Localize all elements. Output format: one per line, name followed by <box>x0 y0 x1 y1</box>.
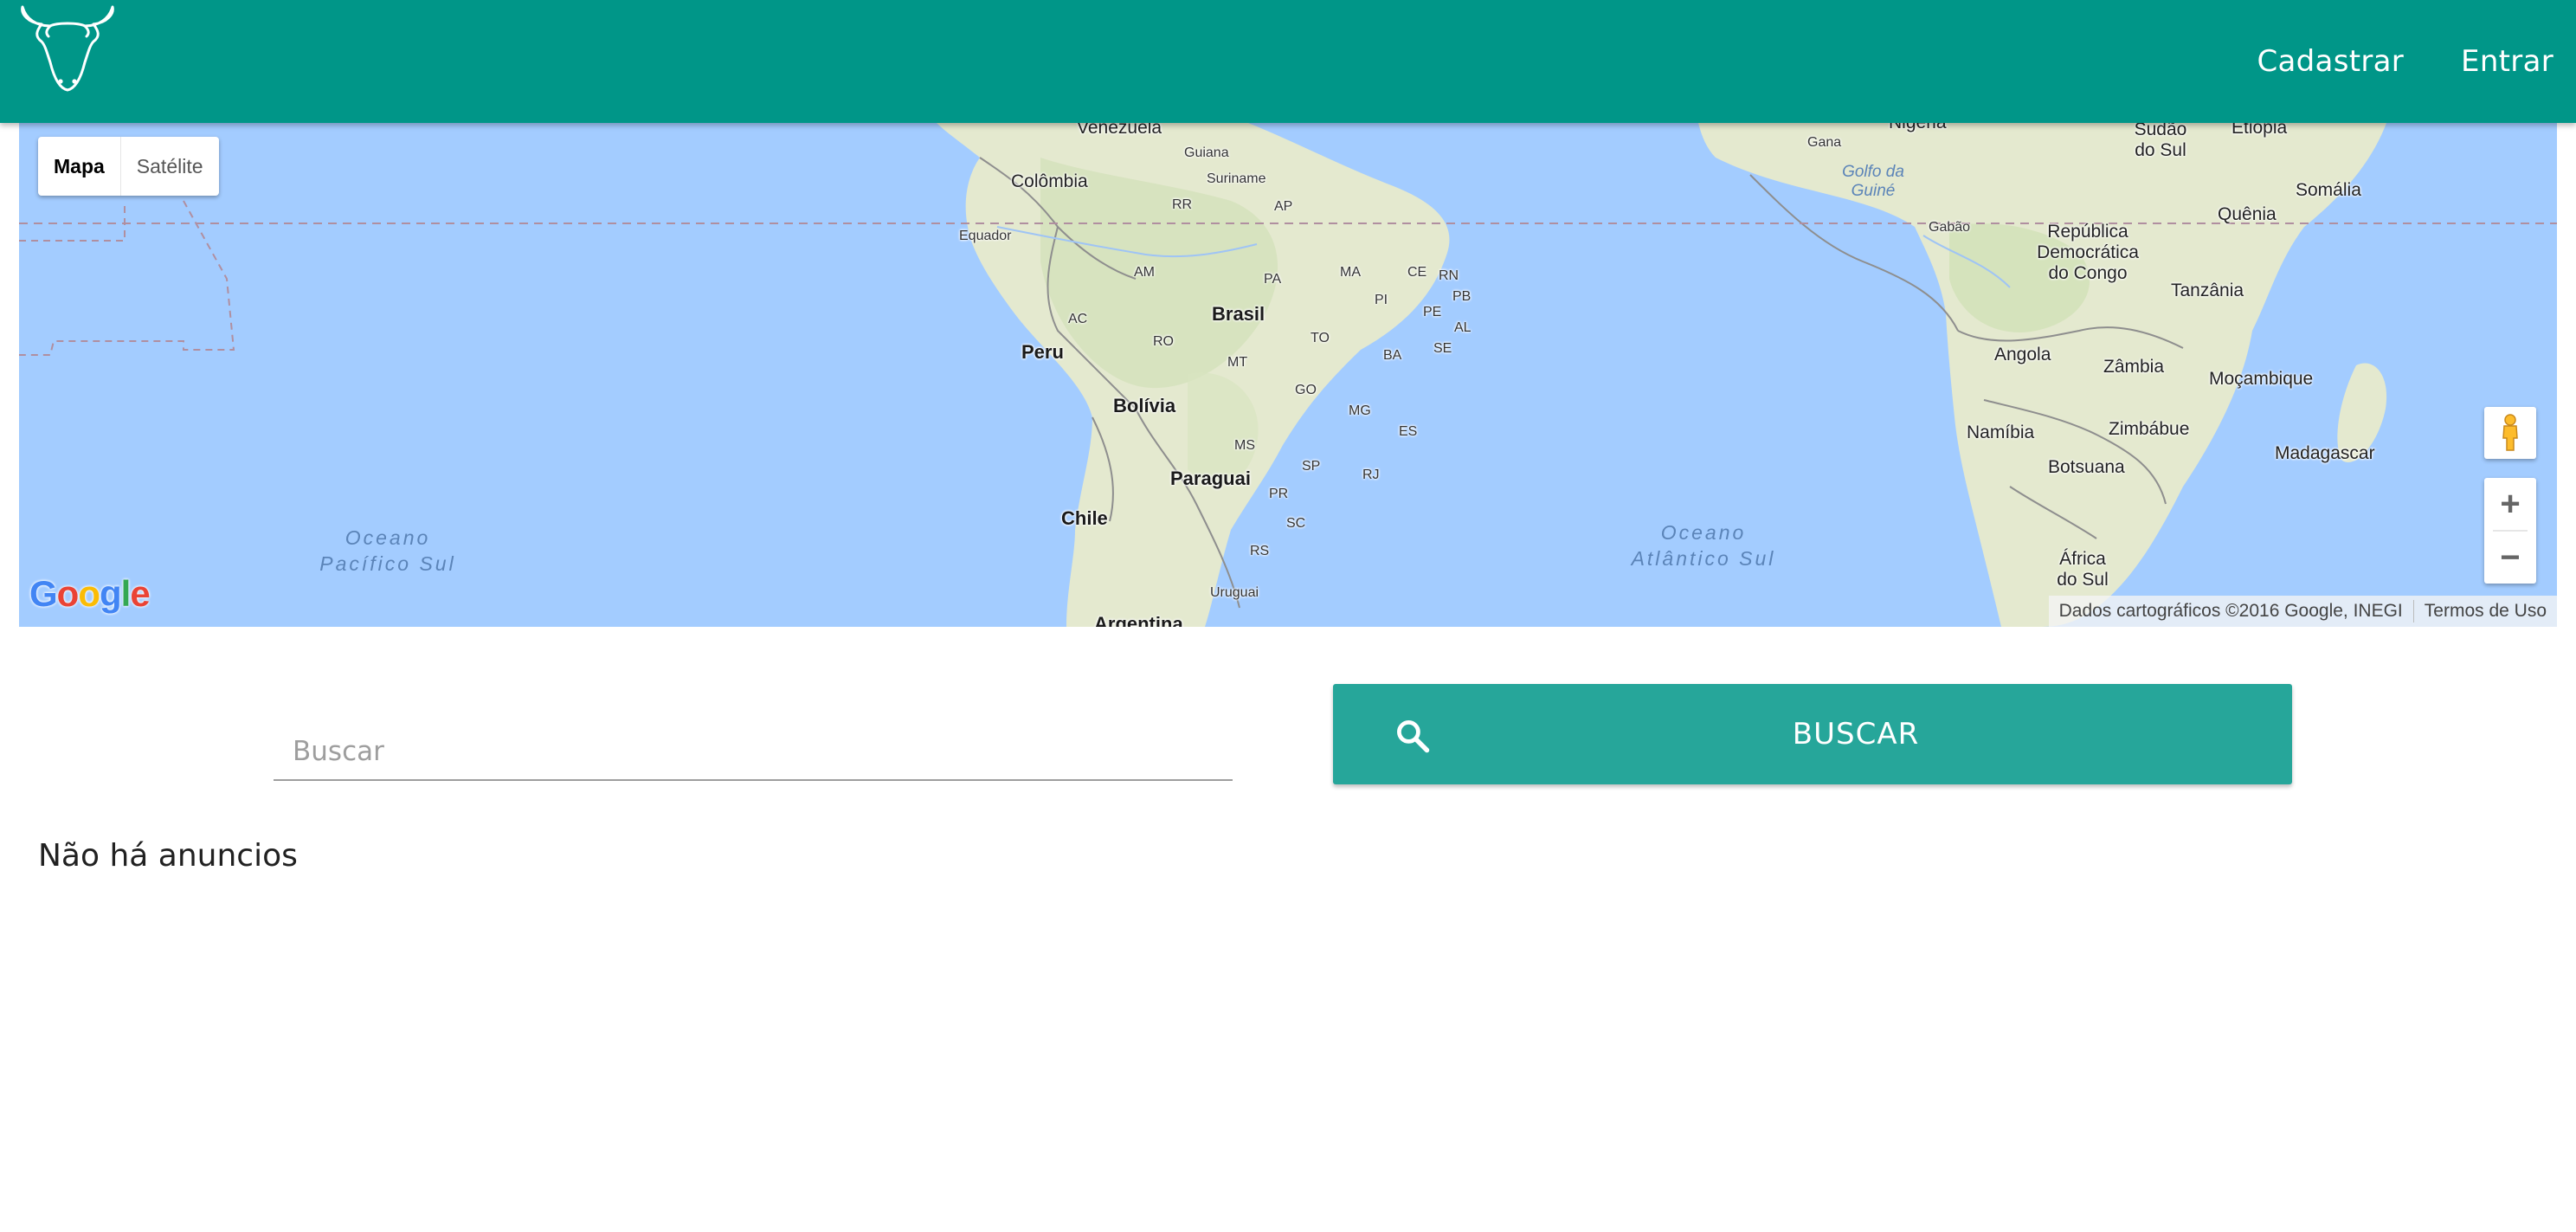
map-type-satellite-button[interactable]: Satélite <box>121 137 219 196</box>
login-link[interactable]: Entrar <box>2461 44 2553 79</box>
map-label-rr: RR <box>1172 197 1193 212</box>
map-label-se: SE <box>1433 341 1452 356</box>
map-label-zimbabwe: Zimbábue <box>2109 419 2190 439</box>
map-label-rj: RJ <box>1362 468 1380 482</box>
bull-head-icon[interactable] <box>16 5 119 95</box>
map-label-gabon: Gabão <box>1929 220 1971 235</box>
map-label-suriname: Suriname <box>1207 171 1266 186</box>
map-label-mozambique: Moçambique <box>2209 369 2314 389</box>
map-label-venezuela: Venezuela <box>1077 123 1162 138</box>
map-label-south-sudan: Sudão do Sul <box>2134 123 2187 160</box>
map-label-zambia: Zâmbia <box>2103 357 2165 377</box>
search-input[interactable] <box>274 724 1233 779</box>
map-label-gulf-guinea: Golfo da Guiné <box>1842 163 1904 200</box>
map-label-ce: CE <box>1407 265 1427 280</box>
search-button[interactable]: BUSCAR <box>1333 684 2292 784</box>
map-label-ma: MA <box>1340 265 1361 280</box>
google-logo[interactable]: Google <box>29 573 151 615</box>
map-label-go: GO <box>1295 383 1317 397</box>
map-label-pb: PB <box>1452 289 1472 304</box>
map-label-mt: MT <box>1227 355 1248 370</box>
map-label-ap: AP <box>1274 199 1293 214</box>
map-label-uruguai: Uruguai <box>1210 585 1259 600</box>
nav-links: Cadastrar Entrar <box>2200 0 2554 123</box>
map-label-atlantic: Oceano Atlântico Sul <box>1631 521 1776 570</box>
map-label-namibia: Namíbia <box>1967 422 2035 442</box>
map-label-sc: SC <box>1286 516 1306 531</box>
zoom-in-button[interactable]: + <box>2484 478 2536 530</box>
signup-link[interactable]: Cadastrar <box>2257 44 2405 79</box>
map-label-botswana: Botsuana <box>2048 457 2125 477</box>
map-label-mg: MG <box>1349 403 1371 418</box>
map-label-chile: Chile <box>1061 507 1108 529</box>
map-label-bolivia: Bolívia <box>1113 395 1176 416</box>
map-label-pe: PE <box>1423 305 1442 319</box>
map-label-equador: Equador <box>959 229 1012 243</box>
map-label-to: TO <box>1311 331 1330 345</box>
map-label-brasil: Brasil <box>1212 303 1265 325</box>
map-label-angola: Angola <box>1994 345 2051 364</box>
street-view-pegman[interactable] <box>2484 407 2536 459</box>
map-label-madagascar: Madagascar <box>2275 443 2375 463</box>
map-type-map-button[interactable]: Mapa <box>38 137 120 196</box>
map-data-credit: Dados cartográficos ©2016 Google, INEGI <box>2058 601 2403 621</box>
map-label-ms: MS <box>1234 438 1255 453</box>
pegman-icon <box>2502 414 2518 451</box>
map-label-al: AL <box>1454 320 1472 335</box>
map-label-gana: Gana <box>1807 135 1842 150</box>
map-label-nigeria: Nigéria <box>1889 123 1947 133</box>
map-label-ethiopia: Etiópia <box>2231 123 2288 138</box>
map-label-pa: PA <box>1264 272 1282 287</box>
map-label-drc: República Democrática do Congo <box>2037 222 2139 283</box>
map-label-kenya: Quênia <box>2218 204 2277 224</box>
map-label-tanzania: Tanzânia <box>2171 281 2244 300</box>
map-label-guiana: Guiana <box>1184 145 1229 160</box>
map-attribution: Dados cartográficos ©2016 Google, INEGI … <box>2048 596 2557 627</box>
map-label-south-africa: África do Sul <box>2057 549 2109 590</box>
map-label-pi: PI <box>1375 293 1388 307</box>
map-label-ac: AC <box>1068 312 1088 326</box>
map-label-pr: PR <box>1269 487 1289 501</box>
zoom-control: + − <box>2484 478 2536 584</box>
top-navbar: Cadastrar Entrar <box>0 0 2576 123</box>
search-button-label: BUSCAR <box>1792 717 1920 751</box>
map-type-switcher: Mapa Satélite <box>38 137 219 196</box>
map-label-peru: Peru <box>1021 341 1064 363</box>
map-label-rs: RS <box>1250 544 1270 558</box>
map-label-argentina: Argentina <box>1094 613 1183 627</box>
map-view[interactable]: Mapa Satélite Venezuela Guiana Suriname … <box>19 123 2557 627</box>
terms-of-use-link[interactable]: Termos de Uso <box>2414 601 2557 622</box>
map-label-ro: RO <box>1153 334 1174 349</box>
map-label-ba: BA <box>1383 348 1402 363</box>
map-label-paraguai: Paraguai <box>1170 468 1251 489</box>
empty-results-message: Não há anuncios <box>38 838 298 874</box>
map-label-colombia: Colômbia <box>1011 171 1088 191</box>
search-field <box>274 724 1233 781</box>
map-label-sp: SP <box>1302 459 1321 474</box>
zoom-out-button[interactable]: − <box>2484 532 2536 584</box>
map-label-am: AM <box>1134 265 1155 280</box>
map-label-rn: RN <box>1439 268 1459 283</box>
map-label-pacific: Oceano Pacífico Sul <box>319 526 456 575</box>
map-label-es: ES <box>1399 424 1418 439</box>
map-label-somalia: Somália <box>2296 180 2361 200</box>
